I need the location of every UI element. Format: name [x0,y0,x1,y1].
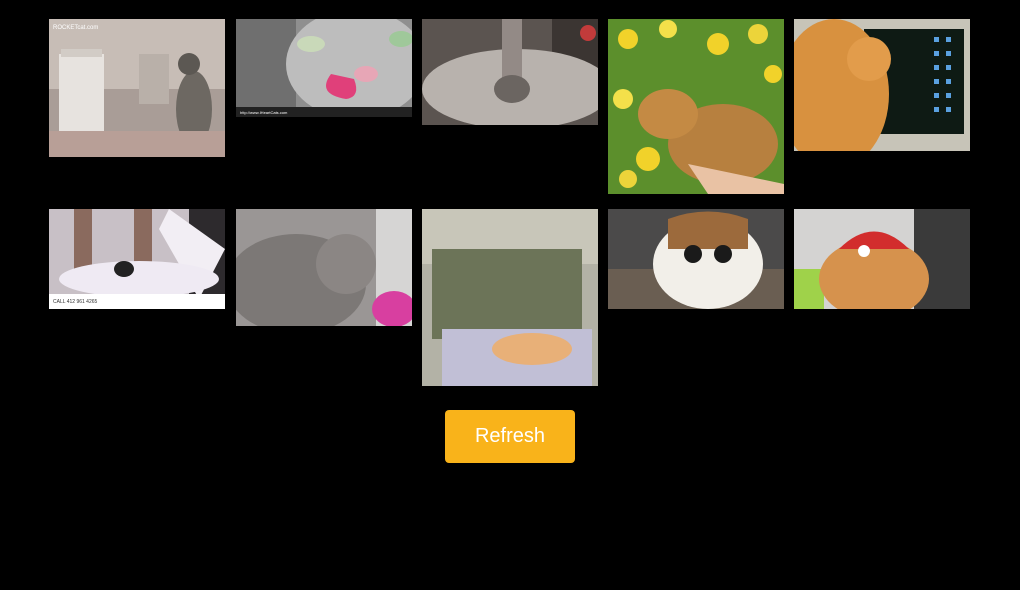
gallery-image-8[interactable] [422,209,598,386]
gallery-image-5[interactable] [794,19,970,151]
gallery-image-1[interactable]: ROCKETcat.com [49,19,225,157]
gallery-image-4[interactable] [608,19,784,194]
gallery-image-2[interactable]: http://www.IHeartCats.com [236,19,412,117]
gallery-image-6[interactable]: CALL 412 961 4265 [49,209,225,309]
gallery-image-3[interactable] [422,19,598,125]
watermark-text: ROCKETcat.com [53,25,98,31]
watermark-text: http://www.IHeartCats.com [240,110,288,115]
watermark-text: CALL 412 961 4265 [53,299,98,305]
refresh-button[interactable]: Refresh [445,410,575,463]
gallery-image-10[interactable] [794,209,970,309]
gallery-image-7[interactable] [236,209,412,326]
gallery-image-9[interactable] [608,209,784,309]
